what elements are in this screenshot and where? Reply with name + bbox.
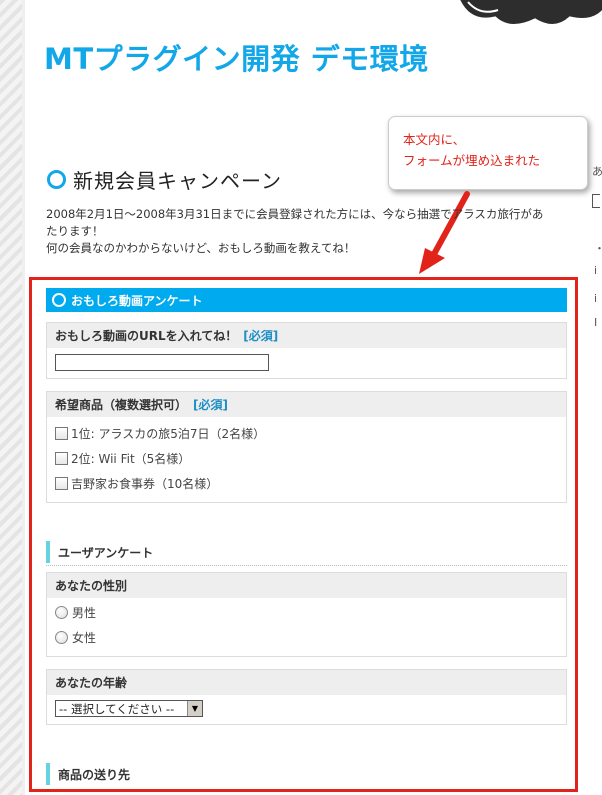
select-value: -- 選択してください -- [59,701,175,716]
highlight-frame: おもしろ動画アンケート おもしろ動画のURLを入れてね！ [必須] 希望商品（複… [29,277,578,792]
radio-option[interactable]: 男性 [55,600,558,625]
intro-line: たります！ [46,224,104,238]
side-fragment: i [594,292,598,305]
entry-heading: 新規会員キャンペーン [47,165,282,193]
checkbox-option[interactable]: 2位: Wii Fit（5名様） [55,446,558,471]
question-label: あなたの年齢 [47,670,566,695]
checkbox[interactable] [55,427,68,440]
entry-title[interactable]: 新規会員キャンペーン [73,165,282,194]
question-text: あなたの性別 [55,579,128,593]
option-label: 1位: アラスカの旅5泊7日（2名様） [71,427,266,441]
option-label: 男性 [72,606,97,620]
circle-bullet-icon [47,169,66,189]
radio-button[interactable] [55,631,68,644]
callout-line-1: 本文内に、 [403,132,466,147]
user-survey-section: ユーザアンケート [46,541,567,566]
annotation-callout: 本文内に、 フォームが埋め込まれた [388,116,588,190]
shipping-section: 商品の送り先 [46,763,567,785]
site-title[interactable]: MTプラグイン開発 デモ環境 [44,36,429,78]
form-title: おもしろ動画アンケート [71,293,203,308]
radio-button[interactable] [55,606,68,619]
required-badge: [必須] [243,329,279,343]
left-decorative-stripe [0,0,22,795]
required-badge: [必須] [193,398,228,412]
checkbox[interactable] [55,477,68,490]
intro-line: 2008年2月1日～2008年3月31日までに会員登録された方には、今なら抽選で… [46,207,544,221]
cloud-decoration [457,0,602,27]
intro-line: 何の会員なのかわからないけど、おもしろ動画を教えてね！ [46,241,356,255]
radio-option[interactable]: 女性 [55,625,558,650]
left-stripe-edge [22,0,25,795]
side-fragment: あ [592,165,602,178]
question-text: おもしろ動画のURLを入れてね！ [55,329,238,343]
callout-line-2: フォームが埋め込まれた [403,153,541,168]
entry-intro: 2008年2月1日～2008年3月31日までに会員登録された方には、今なら抽選で… [46,206,576,257]
age-select[interactable]: -- 選択してください -- ▼ [55,700,203,717]
question-gender: あなたの性別 男性 女性 [46,572,567,657]
embedded-form: おもしろ動画アンケート おもしろ動画のURLを入れてね！ [必須] 希望商品（複… [46,288,567,785]
checkbox[interactable] [55,452,68,465]
question-products: 希望商品（複数選択可） [必須] 1位: アラスカの旅5泊7日（2名様） 2位:… [46,391,567,503]
circle-bullet-icon [52,293,66,307]
url-input[interactable] [55,354,269,371]
side-fragment: I [594,316,598,329]
question-label: あなたの性別 [47,573,566,598]
dropdown-arrow-icon[interactable]: ▼ [187,701,202,716]
section-heading: 商品の送り先 [46,763,567,785]
question-label: 希望商品（複数選択可） [必須] [47,392,566,417]
option-label: 女性 [72,631,97,645]
side-input-fragment [592,194,600,208]
question-label: おもしろ動画のURLを入れてね！ [必須] [47,323,566,348]
question-text: あなたの年齢 [55,676,128,690]
form-title-bar: おもしろ動画アンケート [46,288,567,312]
side-fragment: ・ [594,240,602,256]
question-url: おもしろ動画のURLを入れてね！ [必須] [46,322,567,379]
side-fragment: i [594,264,598,277]
checkbox-option[interactable]: 吉野家お食事券（10名様） [55,471,558,496]
option-label: 吉野家お食事券（10名様） [71,477,219,491]
checkbox-option[interactable]: 1位: アラスカの旅5泊7日（2名様） [55,421,558,446]
question-text: 希望商品（複数選択可） [55,398,188,412]
question-age: あなたの年齢 -- 選択してください -- ▼ [46,669,567,725]
option-label: 2位: Wii Fit（5名様） [71,452,191,466]
divider [46,565,567,566]
section-heading: ユーザアンケート [46,541,567,563]
